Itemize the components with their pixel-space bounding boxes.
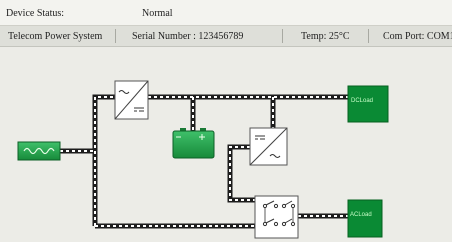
com-port: Com Port: COM1: [383, 31, 452, 42]
rectifier-icon: [114, 80, 149, 120]
dc-load-label: DCLoad: [351, 98, 373, 104]
info-separator: [368, 29, 369, 43]
battery-icon: [172, 128, 215, 159]
power-bus: [60, 94, 348, 229]
device-status-value: Normal: [142, 8, 173, 19]
device-status-bar: Device Status: Normal: [0, 0, 452, 26]
info-separator: [115, 29, 116, 43]
system-info-bar: Telecom Power System Serial Number : 123…: [0, 26, 452, 47]
system-name: Telecom Power System: [8, 31, 103, 42]
ac-source-icon: [17, 141, 61, 161]
temperature-readout: Temp: 25°C: [301, 31, 350, 42]
device-status-label: Device Status:: [6, 8, 65, 19]
ac-load-label: ACLoad: [350, 212, 372, 218]
transfer-switch-icon: [254, 195, 299, 239]
power-flow-diagram: DCLoad ACLoad: [17, 80, 389, 239]
dc-load-box: DCLoad: [347, 85, 389, 123]
inverter-icon: [249, 127, 288, 166]
info-separator: [282, 29, 283, 43]
ac-load-box: ACLoad: [347, 199, 383, 238]
serial-number: Serial Number : 123456789: [132, 31, 244, 42]
